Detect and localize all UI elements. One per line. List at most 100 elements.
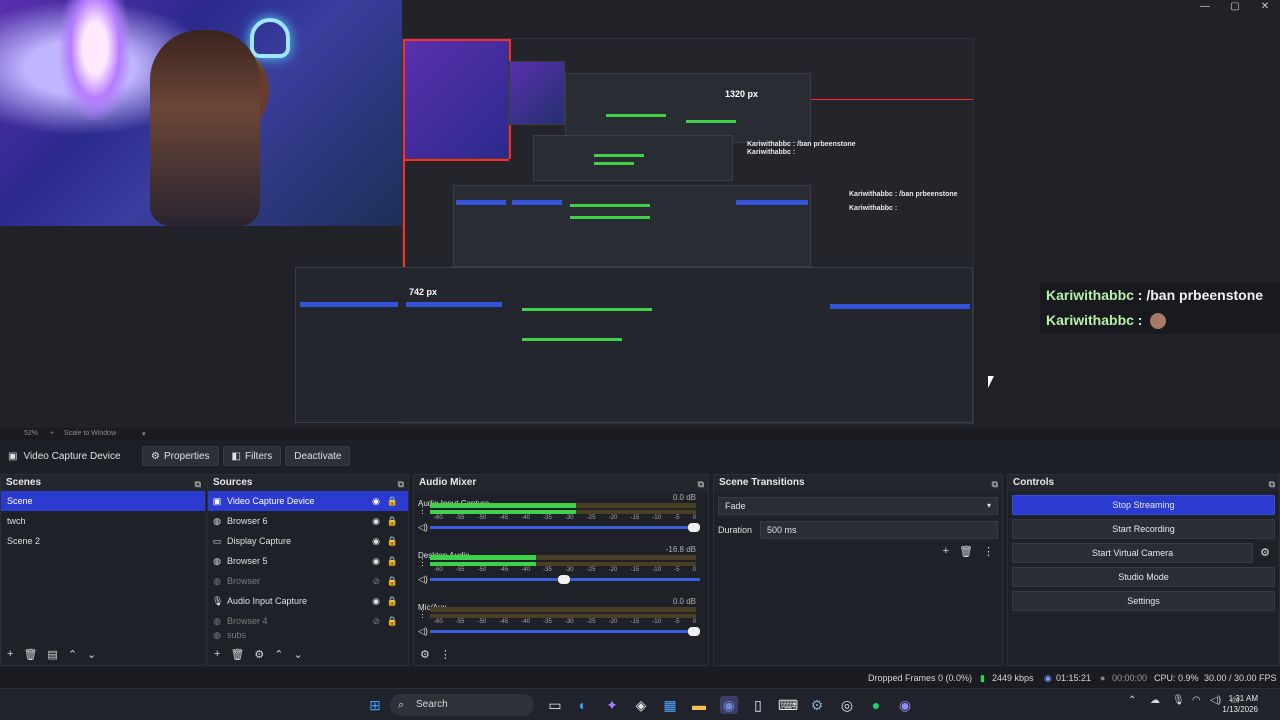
maximize-button[interactable]: ▢ (1220, 0, 1250, 14)
edge-icon[interactable]: ◐ (574, 696, 592, 714)
zoom-level[interactable]: 52% (24, 430, 38, 437)
windows-start-icon[interactable]: ⊞ (366, 696, 384, 714)
stop-streaming-button[interactable]: Stop Streaming (1012, 495, 1275, 515)
volume-icon[interactable]: ◁) (1210, 695, 1221, 706)
discord-icon[interactable]: ◉ (720, 696, 738, 714)
eye-icon[interactable]: ◉ (372, 491, 380, 511)
scene-item[interactable]: Scene (1, 491, 205, 511)
copilot-icon[interactable]: ✦ (603, 696, 621, 714)
source-item[interactable]: ◍ Browser 5 ◉ 🔒 (208, 551, 408, 571)
program-preview[interactable]: 1320 px Kariwithabbc : /ban prbeenstone … (0, 0, 1280, 428)
lock-icon[interactable]: 🔒 (387, 571, 398, 591)
start-virtual-camera-button[interactable]: Start Virtual Camera ⚙ (1012, 543, 1270, 563)
undock-icon[interactable]: ⧉ (698, 476, 704, 492)
add-transition-icon[interactable]: + (943, 545, 949, 558)
microphone-icon[interactable]: 🎙 (1172, 695, 1185, 706)
settings-app-icon[interactable]: ⚙ (808, 696, 826, 714)
source-item[interactable]: ◍ Browser ⊘ 🔒 (208, 571, 408, 591)
globe-icon: ◍ (213, 631, 221, 639)
eye-hidden-icon[interactable]: ⊘ (372, 571, 380, 591)
source-properties-icon[interactable]: ⚙ (254, 648, 264, 661)
undock-icon[interactable]: ⧉ (398, 476, 404, 492)
eye-icon[interactable]: ◉ (372, 511, 380, 531)
eye-icon[interactable]: ◉ (372, 531, 380, 551)
lock-icon[interactable]: 🔒 (387, 491, 398, 511)
studio-mode-button[interactable]: Studio Mode (1012, 567, 1275, 587)
scale-mode[interactable]: Scale to Window (64, 430, 116, 437)
clock[interactable]: 1:31 AM 1/13/2026 (1222, 693, 1258, 715)
undock-icon[interactable]: ⧉ (992, 476, 998, 492)
scene-filters-icon[interactable]: ▤ (47, 648, 57, 661)
app-icon[interactable]: ◉ (896, 696, 914, 714)
lock-icon[interactable]: 🔒 (387, 551, 398, 571)
terminal-icon[interactable]: ⌨ (778, 696, 798, 714)
undock-icon[interactable]: ⧉ (1269, 476, 1275, 492)
transition-select[interactable]: Fade ▾ (718, 497, 998, 515)
move-up-icon[interactable]: ⌃ (68, 648, 77, 661)
speaker-icon[interactable]: ◁) (418, 574, 428, 585)
source-item[interactable]: ▭ Display Capture ◉ 🔒 (208, 531, 408, 551)
undock-icon[interactable]: ⧉ (195, 476, 201, 492)
move-down-icon[interactable]: ⌄ (87, 648, 96, 661)
channel-menu-icon[interactable]: ⋮ (418, 557, 427, 568)
close-button[interactable]: ✕ (1250, 0, 1280, 14)
speaker-icon[interactable]: ◁) (418, 522, 428, 533)
volume-knob[interactable] (688, 627, 700, 636)
lock-icon[interactable]: 🔒 (387, 511, 398, 531)
obs-icon[interactable]: ◎ (838, 696, 856, 714)
remove-transition-icon[interactable]: 🗑 (959, 545, 973, 558)
add-scene-icon[interactable]: + (7, 648, 13, 660)
volume-knob[interactable] (558, 575, 571, 584)
nested-chat-line: Kariwithabbc : (747, 149, 796, 156)
deactivate-button[interactable]: Deactivate (285, 446, 351, 466)
task-view-icon[interactable]: ▭ (546, 696, 564, 714)
duration-input[interactable]: 500 ms (760, 521, 998, 539)
volume-knob[interactable] (688, 523, 700, 532)
add-source-icon[interactable]: + (214, 648, 220, 660)
advanced-audio-icon[interactable]: ⚙ (420, 648, 430, 661)
gear-icon[interactable]: ⚙ (1256, 544, 1274, 564)
notepad-icon[interactable]: ▯ (749, 696, 767, 714)
properties-button[interactable]: ⚙ Properties (142, 446, 219, 466)
scene-item[interactable]: Scene 2 (1, 531, 205, 551)
more-options-icon[interactable]: ⋮ (983, 545, 994, 558)
chatgpt-icon[interactable]: ◈ (632, 696, 650, 714)
taskbar-search[interactable]: ⌕ Search (390, 694, 534, 716)
lock-icon[interactable]: 🔒 (387, 611, 398, 631)
volume-slider[interactable] (430, 523, 700, 532)
volume-slider[interactable] (430, 627, 700, 636)
cloud-icon[interactable]: ☁ (1150, 695, 1160, 706)
remove-source-icon[interactable]: 🗑 (230, 648, 244, 661)
source-item[interactable]: 🎙 Audio Input Capture ◉ 🔒 (208, 591, 408, 611)
remove-scene-icon[interactable]: 🗑 (23, 648, 37, 661)
settings-button[interactable]: Settings (1012, 591, 1275, 611)
zoom-in-icon[interactable]: + (50, 430, 54, 437)
lock-icon[interactable]: 🔒 (387, 531, 398, 551)
chevron-down-icon[interactable]: ▾ (142, 430, 146, 438)
mixer-channels: Audio Input Capture0.0 dB-60-55-50-45-40… (414, 491, 708, 647)
volume-slider[interactable] (430, 575, 700, 584)
start-recording-button[interactable]: Start Recording (1012, 519, 1275, 539)
source-item[interactable]: ◍ Browser 4 ⊘ 🔒 (208, 611, 408, 631)
scene-item[interactable]: twch (1, 511, 205, 531)
source-item[interactable]: ◍ Browser 6 ◉ 🔒 (208, 511, 408, 531)
chevron-up-icon[interactable]: ⌃ (1128, 695, 1136, 706)
eye-icon[interactable]: ◉ (372, 591, 380, 611)
source-item[interactable]: ◍ subs (208, 631, 408, 639)
lock-icon[interactable]: 🔒 (387, 591, 398, 611)
channel-menu-icon[interactable]: ⋮ (418, 505, 427, 516)
source-item[interactable]: ▣ Video Capture Device ◉ 🔒 (208, 491, 408, 511)
minimize-button[interactable]: — (1190, 0, 1220, 14)
move-down-icon[interactable]: ⌄ (294, 648, 303, 661)
eye-hidden-icon[interactable]: ⊘ (372, 611, 380, 631)
eye-icon[interactable]: ◉ (372, 551, 380, 571)
wifi-icon[interactable]: ◠ (1192, 695, 1201, 706)
channel-menu-icon[interactable]: ⋮ (418, 609, 427, 620)
move-up-icon[interactable]: ⌃ (274, 648, 283, 661)
store-icon[interactable]: ▦ (661, 696, 679, 714)
speaker-icon[interactable]: ◁) (418, 626, 428, 637)
file-explorer-icon[interactable]: ▬ (690, 696, 708, 714)
filters-button[interactable]: ◧ Filters (222, 446, 282, 466)
more-options-icon[interactable]: ⋮ (440, 648, 451, 661)
spotify-icon[interactable]: ● (867, 696, 885, 714)
